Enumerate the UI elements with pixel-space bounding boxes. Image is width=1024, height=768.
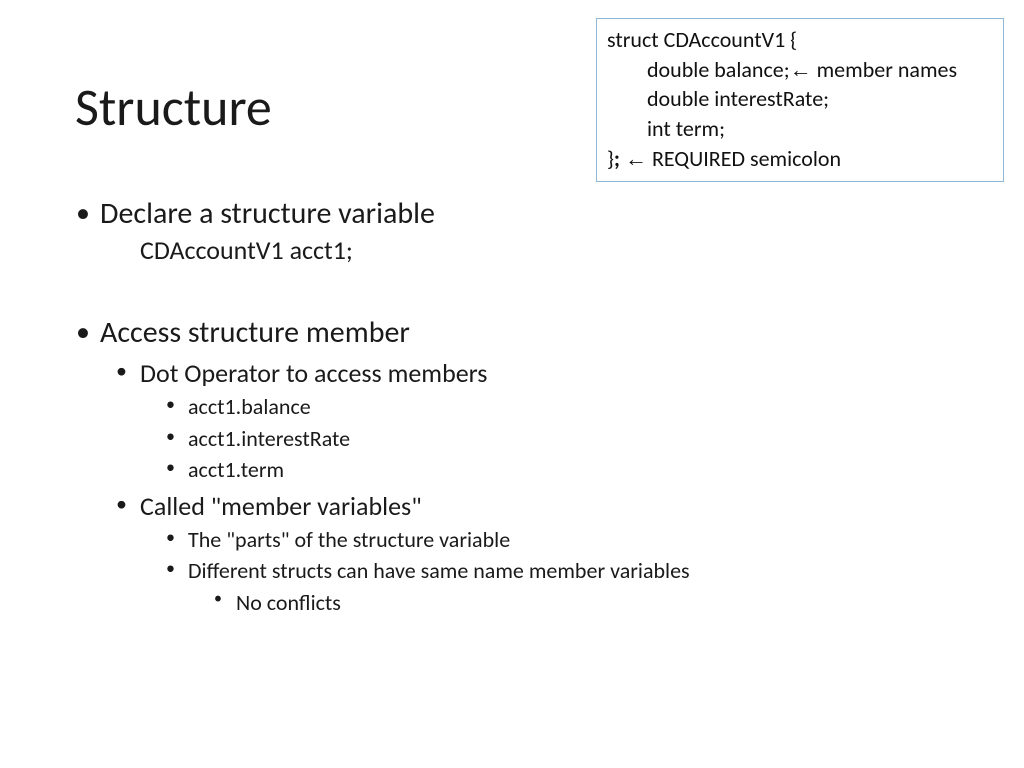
list-item: acct1.term	[140, 456, 920, 484]
arrow-left-icon: ←	[790, 55, 812, 85]
code-annotation: member names	[812, 56, 957, 83]
bullet-member-variables: Called "member variables" The "parts" of…	[100, 490, 920, 617]
code-line-3: double interestRate;	[607, 84, 993, 114]
semicolon: ;	[614, 145, 620, 172]
arrow-left-icon: ←	[625, 144, 647, 174]
bullet-subtext: CDAccountV1 acct1;	[100, 234, 920, 266]
list-item: Different structs can have same name mem…	[140, 557, 920, 616]
list-item: No conflicts	[188, 589, 920, 617]
list-item: The "parts" of the structure variable	[140, 526, 920, 554]
code-annotation: REQUIRED semicolon	[647, 145, 841, 172]
slide: Structure struct CDAccountV1 { double ba…	[0, 0, 1024, 768]
code-line-1: struct CDAccountV1 {	[607, 25, 993, 55]
bullet-text: Access structure member	[100, 314, 410, 351]
slide-title: Structure	[75, 75, 272, 139]
bullet-access: Access structure member Dot Operator to …	[100, 314, 920, 616]
bullet-text: Called "member variables"	[140, 490, 422, 522]
bullet-dot-operator: Dot Operator to access members acct1.bal…	[100, 357, 920, 484]
bullet-text: Dot Operator to access members	[140, 357, 487, 389]
bullet-text: Declare a structure variable	[100, 195, 435, 232]
bullet-declare: Declare a structure variable CDAccountV1…	[100, 195, 920, 266]
slide-body: Declare a structure variable CDAccountV1…	[100, 195, 920, 622]
list-item: acct1.balance	[140, 393, 920, 421]
code-line-4: int term;	[607, 114, 993, 144]
list-item: acct1.interestRate	[140, 425, 920, 453]
code-line-5: }; ← REQUIRED semicolon	[607, 144, 993, 174]
code-text: double balance;	[647, 56, 790, 83]
code-example-box: struct CDAccountV1 { double balance;← me…	[596, 18, 1004, 182]
code-line-2: double balance;← member names	[607, 55, 993, 85]
bullet-text: Different structs can have same name mem…	[188, 557, 690, 584]
